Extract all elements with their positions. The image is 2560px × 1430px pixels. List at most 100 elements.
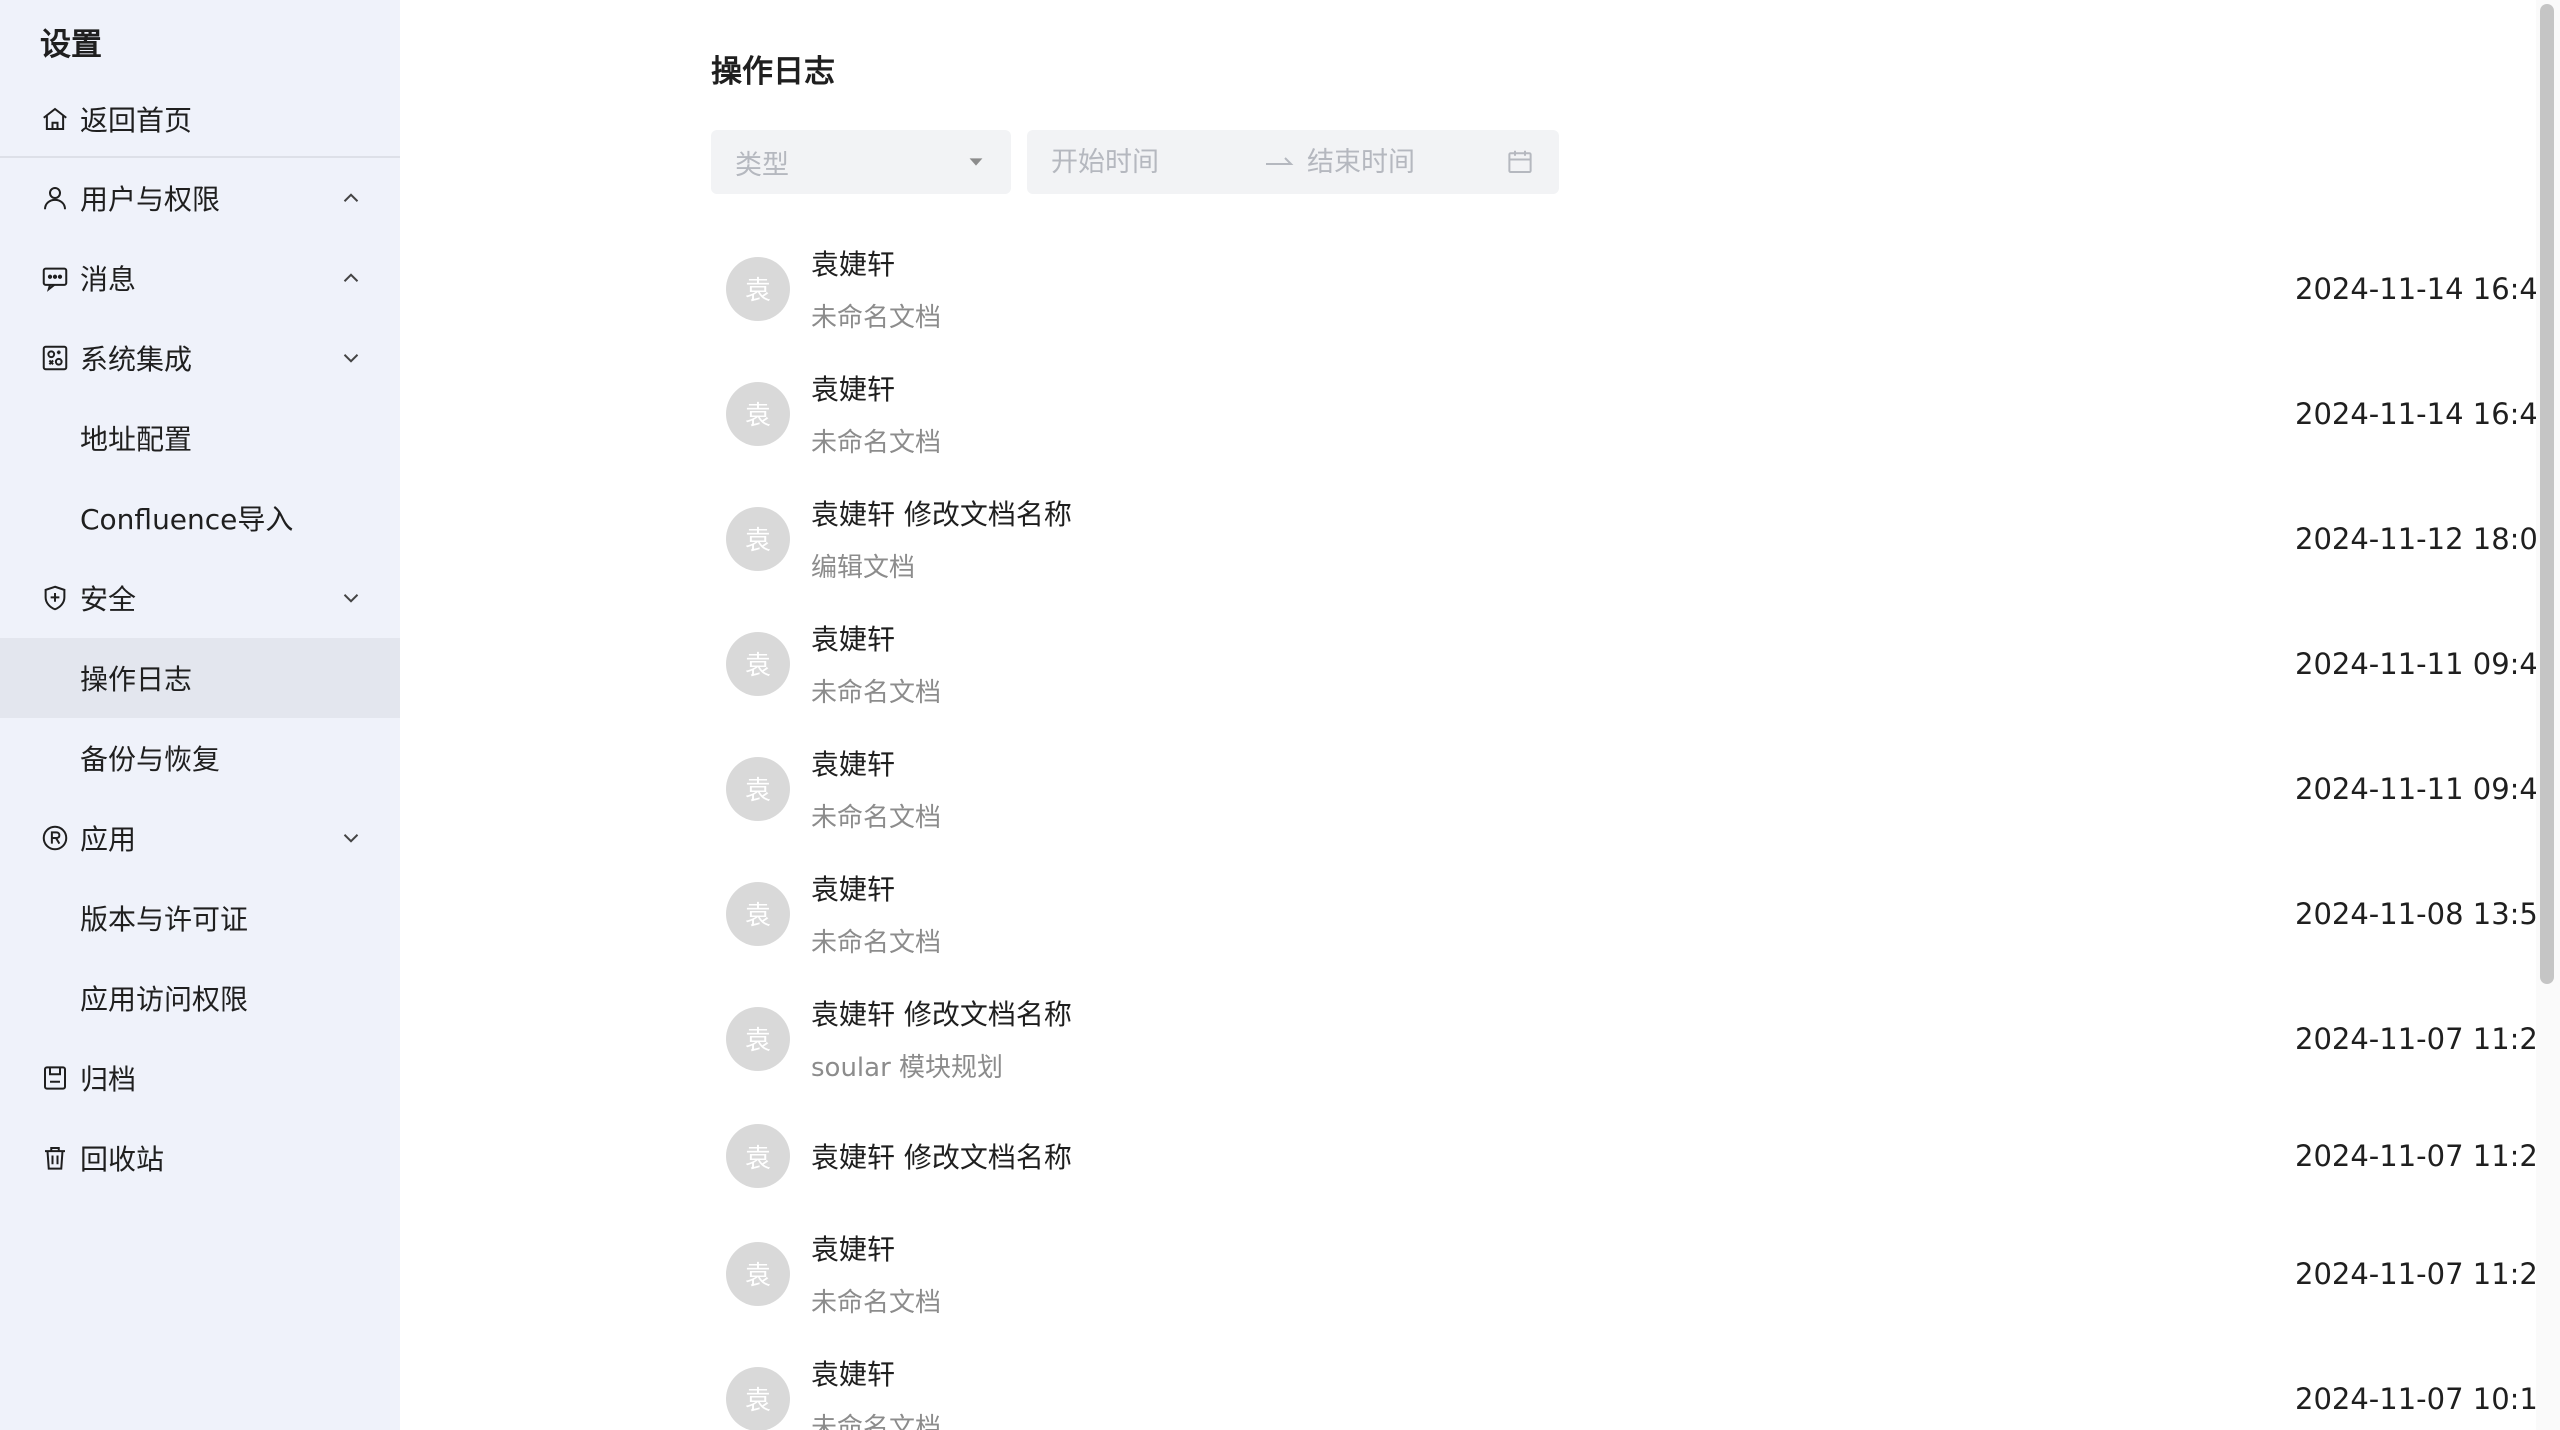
sidebar-item-label: 返回首页	[80, 104, 193, 137]
type-select[interactable]: 类型	[711, 130, 1011, 194]
log-timestamp: 2024-11-11 09:43:27	[2295, 646, 2560, 681]
date-range-picker[interactable]	[1027, 130, 1559, 194]
sidebar-item-home[interactable]: 返回首页	[0, 82, 400, 158]
sidebar-item-confluence-import[interactable]: Confluence导入	[0, 478, 400, 558]
chevron-down-icon	[338, 825, 364, 851]
log-target: 未命名文档	[811, 428, 942, 458]
archive-icon	[40, 1063, 70, 1093]
log-action: 袁婕轩 修改文档名称	[811, 998, 1072, 1031]
log-text: 袁婕轩 修改文档名称 soular 模块规划	[811, 993, 1072, 1084]
log-row[interactable]: 袁袁婕轩 修改文档名称编辑文档 2024-11-12 18:03:59	[711, 476, 2560, 601]
log-action: 袁婕轩	[811, 373, 896, 406]
log-text: 袁婕轩 未命名文档	[811, 868, 941, 959]
sidebar-item-label: 备份与恢复	[80, 743, 221, 776]
log-text: 袁婕轩 未命名文档	[811, 243, 941, 334]
sidebar-item-trash[interactable]: 回收站	[0, 1118, 400, 1198]
log-timestamp: 2024-11-12 18:03:59	[2295, 521, 2560, 556]
log-target: soular 模块规划	[811, 1053, 1004, 1083]
log-action: 袁婕轩 修改文档名称	[811, 1141, 1072, 1174]
sidebar-item-version-license[interactable]: 版本与许可证	[0, 878, 400, 958]
log-row[interactable]: 袁袁婕轩未命名文档 2024-11-14 16:47:58	[711, 226, 2560, 351]
sidebar-item-apps[interactable]: 应用	[0, 798, 400, 878]
end-time-input[interactable]	[1307, 146, 1487, 178]
avatar: 袁	[726, 1124, 790, 1188]
log-action: 袁婕轩 修改文档名称	[811, 498, 1072, 531]
log-target: 未命名文档	[811, 1288, 942, 1318]
log-action: 袁婕轩	[811, 1233, 896, 1266]
app: 设置 返回首页 用户与权限 消息 系统集成 地址配置 Confluence导入 …	[0, 0, 2560, 1430]
log-timestamp: 2024-11-07 10:14:32	[2295, 1381, 2560, 1416]
main-content: 操作日志 类型 袁袁婕轩未命名文档2024-11-14 16:47:58袁袁婕轩…	[400, 0, 2560, 1430]
user-icon	[40, 183, 70, 213]
scrollbar[interactable]	[2536, 0, 2560, 1430]
sidebar-item-address-config[interactable]: 地址配置	[0, 398, 400, 478]
registered-icon	[40, 823, 70, 853]
log-target: 未命名文档	[811, 803, 942, 833]
chevron-down-icon	[338, 345, 364, 371]
sidebar-item-security[interactable]: 安全	[0, 558, 400, 638]
log-target: 未命名文档	[811, 1413, 942, 1430]
log-time-cell: 2024-11-07 11:26:39	[2295, 976, 2560, 1101]
log-timestamp: 2024-11-14 16:47:58	[2295, 271, 2560, 306]
shield-icon	[40, 583, 70, 613]
sidebar-item-archive[interactable]: 归档	[0, 1038, 400, 1118]
log-time-cell: 2024-11-08 13:58:46	[2295, 851, 2560, 976]
sidebar-item-label: 系统集成	[80, 343, 193, 376]
log-action: 袁婕轩	[811, 748, 896, 781]
log-row[interactable]: 袁袁婕轩未命名文档 2024-11-14 16:47:36	[711, 351, 2560, 476]
sidebar-item-messages[interactable]: 消息	[0, 238, 400, 318]
log-list: 袁袁婕轩未命名文档2024-11-14 16:47:58袁袁婕轩未命名文档202…	[711, 226, 2560, 1430]
log-time-cell: 2024-11-14 16:47:36	[2295, 351, 2560, 476]
calendar-icon[interactable]	[1505, 147, 1535, 177]
sidebar-item-label: 回收站	[80, 1143, 165, 1176]
log-text: 袁婕轩 未命名文档	[811, 1353, 941, 1430]
log-text: 袁婕轩 修改文档名称	[811, 1136, 1072, 1176]
sidebar: 设置 返回首页 用户与权限 消息 系统集成 地址配置 Confluence导入 …	[0, 0, 400, 1430]
home-icon	[40, 104, 70, 134]
log-timestamp: 2024-11-08 13:58:46	[2295, 896, 2560, 931]
log-time-cell: 2024-11-11 09:43:27	[2295, 601, 2560, 726]
integration-icon	[40, 343, 70, 373]
sidebar-item-label: 安全	[80, 583, 137, 616]
sidebar-item-label: 应用访问权限	[80, 983, 249, 1016]
log-text: 袁婕轩 未命名文档	[811, 743, 941, 834]
log-time-cell: 2024-11-12 18:03:59	[2295, 476, 2560, 601]
log-row[interactable]: 袁袁婕轩 修改文档名称 2024-11-07 11:26:06	[711, 1101, 2560, 1211]
trash-icon	[40, 1143, 70, 1173]
log-text: 袁婕轩 未命名文档	[811, 368, 941, 459]
sidebar-item-backup-restore[interactable]: 备份与恢复	[0, 718, 400, 798]
sidebar-item-label: 应用	[80, 823, 137, 856]
sidebar-item-label: 地址配置	[80, 423, 193, 456]
sidebar-item-users[interactable]: 用户与权限	[0, 158, 400, 238]
start-time-input[interactable]	[1051, 146, 1251, 178]
message-icon	[40, 263, 70, 293]
sidebar-item-label: 归档	[80, 1063, 137, 1096]
avatar: 袁	[726, 256, 790, 321]
log-row[interactable]: 袁袁婕轩未命名文档 2024-11-07 10:14:32	[711, 1336, 2560, 1430]
caret-down-icon	[965, 151, 987, 173]
sidebar-item-integration[interactable]: 系统集成	[0, 318, 400, 398]
avatar: 袁	[726, 506, 790, 571]
sidebar-item-label: 消息	[80, 263, 137, 296]
sidebar-item-operation-log[interactable]: 操作日志	[0, 638, 400, 718]
log-row[interactable]: 袁袁婕轩未命名文档 2024-11-11 09:43:27	[711, 601, 2560, 726]
sidebar-item-label: 操作日志	[80, 663, 193, 696]
arrow-right-icon	[1251, 147, 1307, 178]
log-action: 袁婕轩	[811, 873, 896, 906]
log-target: 未命名文档	[811, 678, 942, 708]
log-timestamp: 2024-11-11 09:41:20	[2295, 771, 2560, 806]
avatar: 袁	[726, 756, 790, 821]
log-row[interactable]: 袁袁婕轩 修改文档名称 soular 模块规划 2024-11-07 11:26:3…	[711, 976, 2560, 1101]
log-timestamp: 2024-11-14 16:47:36	[2295, 396, 2560, 431]
avatar: 袁	[726, 631, 790, 696]
log-row[interactable]: 袁袁婕轩未命名文档 2024-11-08 13:58:46	[711, 851, 2560, 976]
log-row[interactable]: 袁袁婕轩未命名文档 2024-11-07 11:25:39	[711, 1211, 2560, 1336]
log-time-cell: 2024-11-07 11:25:39	[2295, 1211, 2560, 1336]
sidebar-item-app-access[interactable]: 应用访问权限	[0, 958, 400, 1038]
log-target: 编辑文档	[811, 553, 916, 583]
log-timestamp: 2024-11-07 11:25:39	[2295, 1256, 2560, 1291]
log-text: 袁婕轩 未命名文档	[811, 618, 941, 709]
log-row[interactable]: 袁袁婕轩未命名文档 2024-11-11 09:41:20	[711, 726, 2560, 851]
scrollbar-thumb[interactable]	[2540, 4, 2554, 984]
log-action: 袁婕轩	[811, 1358, 896, 1391]
